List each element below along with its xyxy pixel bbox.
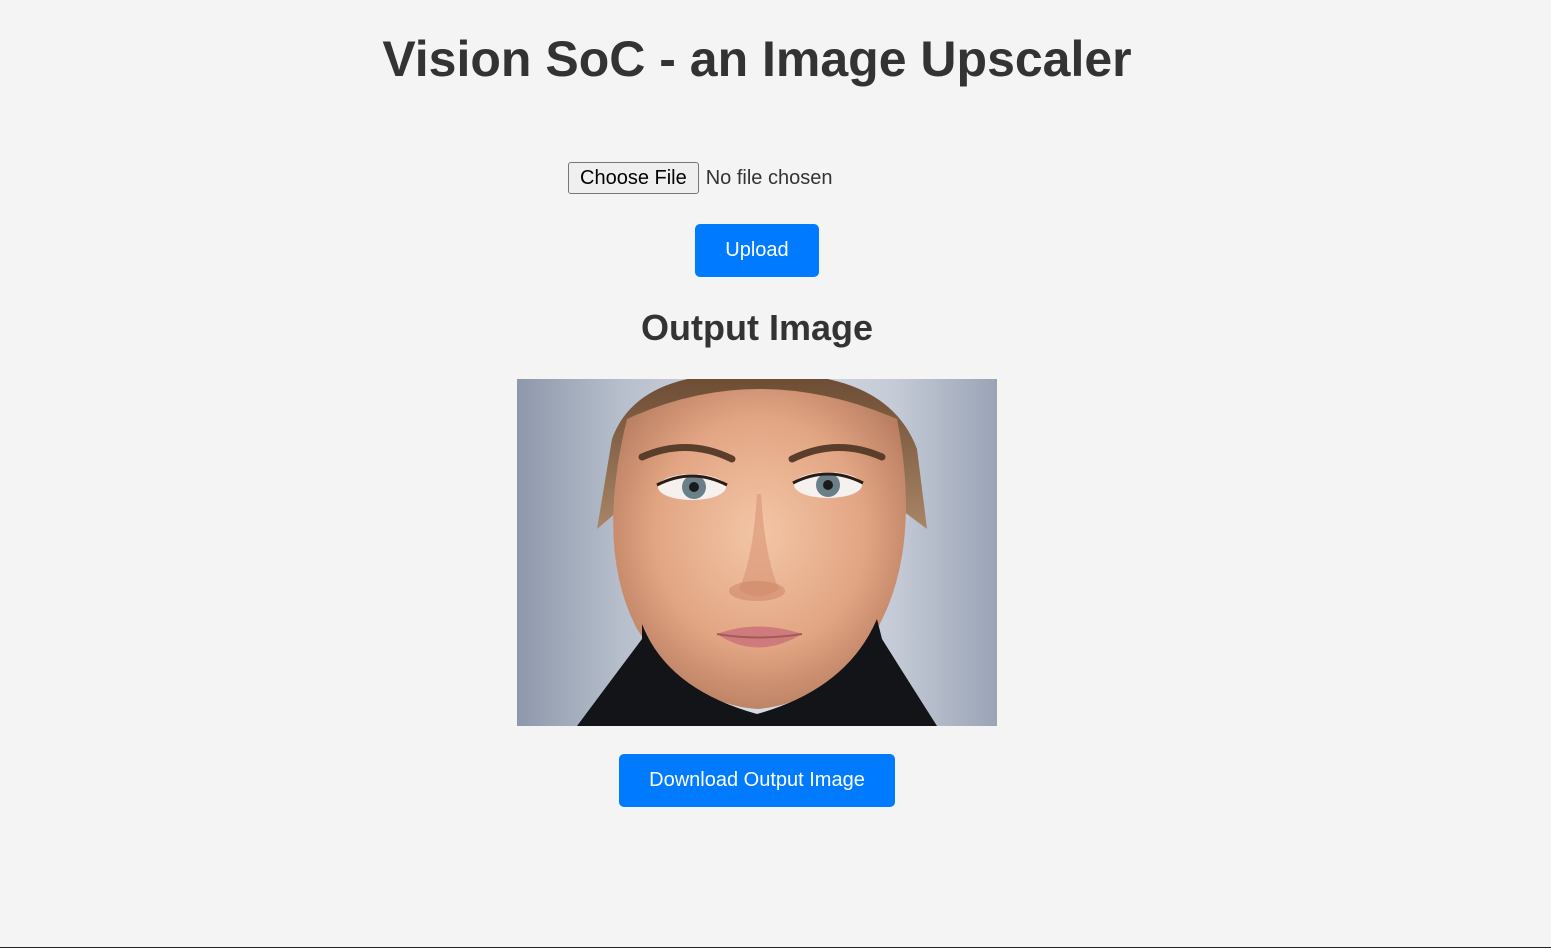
page-title: Vision SoC - an Image Upscaler — [382, 31, 1132, 87]
file-status-text: No file chosen — [705, 166, 833, 189]
output-image — [517, 379, 997, 726]
file-input[interactable]: Choose File No file chosen — [568, 162, 832, 194]
download-output-button[interactable]: Download Output Image — [619, 754, 895, 807]
choose-file-button[interactable]: Choose File — [568, 162, 699, 194]
upload-button[interactable]: Upload — [695, 224, 819, 277]
output-heading: Output Image — [641, 307, 873, 348]
